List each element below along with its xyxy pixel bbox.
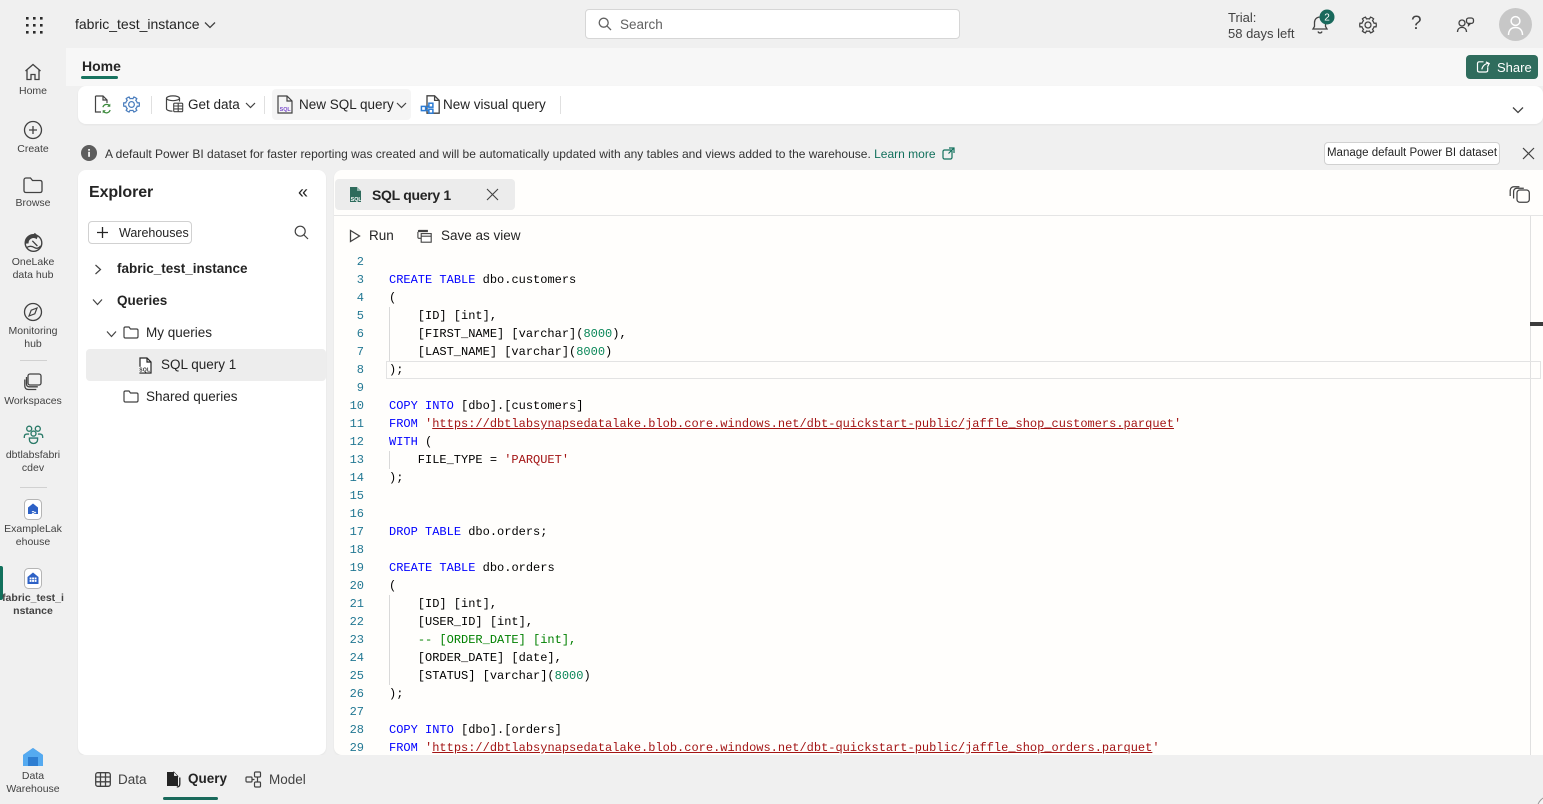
svg-text:SQL: SQL [280,107,292,113]
svg-text:SQL: SQL [351,197,363,203]
svg-text:2: 2 [1324,13,1330,24]
svg-text:SQL: SQL [139,368,150,374]
